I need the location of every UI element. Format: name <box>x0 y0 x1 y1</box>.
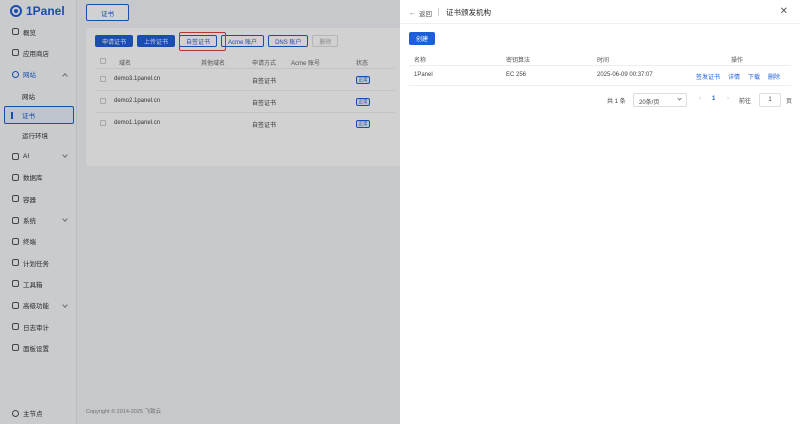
delete-link[interactable]: 删除 <box>768 72 780 81</box>
prev-page-icon[interactable]: ‹ <box>699 96 701 102</box>
drawer-header: ← 返回 证书颁发机构 ✕ <box>400 0 800 24</box>
ca-time-cell: 2025-06-09 00:37:07 <box>597 72 653 78</box>
ca-name-cell: 1Panel <box>414 72 433 78</box>
pagination: 共 1 条 20条/页 ‹ 1 › 前往 1 页 <box>400 93 800 108</box>
issue-certificate-link[interactable]: 签发证书 <box>696 72 720 81</box>
back-button[interactable]: ← 返回 <box>409 8 432 19</box>
download-link[interactable]: 下载 <box>748 72 760 81</box>
current-page[interactable]: 1 <box>712 96 715 102</box>
create-button[interactable]: 创建 <box>409 32 435 45</box>
table-row: 1Panel EC 256 2025-06-09 00:37:07 签发证书 详… <box>409 66 791 86</box>
detail-link[interactable]: 详情 <box>728 72 740 81</box>
chevron-down-icon <box>677 96 682 101</box>
column-header: 时间 <box>597 58 610 64</box>
next-page-icon[interactable]: › <box>727 96 729 102</box>
back-label: 返回 <box>419 11 432 18</box>
close-icon[interactable]: ✕ <box>780 6 788 17</box>
page-size-select[interactable]: 20条/页 <box>633 93 687 107</box>
drawer-title: 证书颁发机构 <box>446 8 491 17</box>
ca-algo-cell: EC 256 <box>506 72 527 78</box>
ca-table-header: 名称 密钥算法 时间 操作 <box>409 51 791 66</box>
column-header: 操作 <box>731 58 744 64</box>
page-size-value: 20条/页 <box>639 100 660 106</box>
column-header: 密钥算法 <box>506 58 531 64</box>
ca-drawer: ← 返回 证书颁发机构 ✕ 创建 名称 密钥算法 时间 操作 1Panel EC… <box>400 0 800 424</box>
arrow-left-icon: ← <box>409 9 416 17</box>
goto-label: 前往 <box>739 99 752 105</box>
header-divider <box>438 8 439 16</box>
page-suffix: 页 <box>786 99 793 105</box>
total-count: 共 1 条 <box>607 99 626 105</box>
goto-page-input[interactable]: 1 <box>759 93 781 107</box>
column-header: 名称 <box>414 58 427 64</box>
